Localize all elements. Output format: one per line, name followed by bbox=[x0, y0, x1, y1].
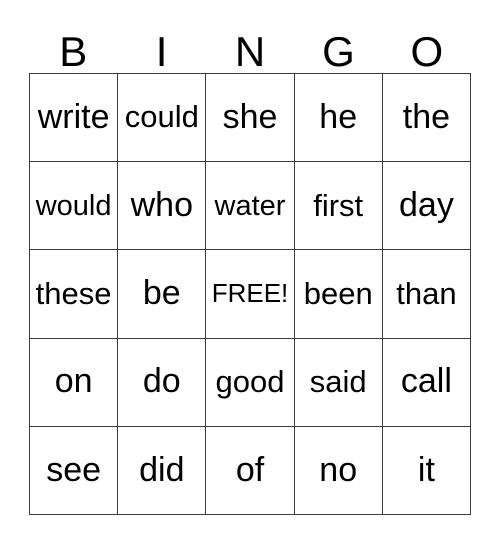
bingo-cell[interactable]: the bbox=[382, 74, 472, 163]
bingo-cell-word: of bbox=[235, 450, 265, 489]
bingo-cell-word: write bbox=[37, 97, 110, 136]
bingo-cell[interactable]: said bbox=[294, 338, 383, 427]
bingo-cell-word: call bbox=[400, 362, 452, 401]
bingo-cell[interactable]: day bbox=[382, 162, 472, 251]
bingo-cell-word: good bbox=[215, 363, 285, 399]
bingo-row: on do good said call bbox=[30, 338, 472, 427]
bingo-header-letter-n: N bbox=[206, 22, 294, 73]
bingo-row: see did of no it bbox=[30, 426, 472, 516]
bingo-cell[interactable]: first bbox=[294, 162, 383, 251]
bingo-cell-word: do bbox=[142, 362, 181, 401]
bingo-header-letter-o: O bbox=[383, 22, 471, 73]
bingo-cell-word: be bbox=[142, 274, 181, 313]
bingo-header-letter-i: I bbox=[117, 22, 205, 73]
bingo-cell[interactable]: water bbox=[206, 162, 295, 251]
bingo-cell[interactable]: good bbox=[206, 338, 295, 427]
bingo-row: write could she he the bbox=[30, 74, 472, 163]
bingo-cell-word: did bbox=[139, 450, 185, 489]
bingo-cell-word: could bbox=[124, 99, 199, 135]
bingo-cell-word: on bbox=[54, 362, 93, 401]
bingo-card: B I N G O write could she he the would w… bbox=[0, 0, 500, 544]
bingo-cell[interactable]: do bbox=[118, 338, 207, 427]
bingo-cell-word: these bbox=[35, 275, 112, 311]
header-letter-text: G bbox=[322, 28, 355, 75]
bingo-cell[interactable]: write bbox=[30, 74, 119, 163]
bingo-cell[interactable]: call bbox=[382, 338, 472, 427]
header-letter-text: B bbox=[59, 28, 88, 75]
bingo-cell-word: it bbox=[417, 450, 435, 489]
bingo-header-row: B I N G O bbox=[29, 22, 471, 73]
bingo-header-letter-g: G bbox=[294, 22, 382, 73]
bingo-header-letter-b: B bbox=[29, 22, 117, 73]
bingo-cell-word: she bbox=[222, 97, 278, 136]
bingo-cell-word: water bbox=[214, 189, 286, 222]
bingo-cell[interactable]: it bbox=[382, 426, 472, 516]
header-letter-text: N bbox=[234, 28, 266, 75]
bingo-free-space-label: FREE! bbox=[211, 278, 289, 309]
bingo-cell-word: he bbox=[319, 97, 358, 136]
bingo-cell[interactable]: these bbox=[30, 250, 119, 339]
header-letter-text: O bbox=[410, 28, 444, 75]
bingo-cell-word: day bbox=[399, 185, 454, 224]
bingo-cell-word: said bbox=[309, 363, 367, 399]
bingo-cell[interactable]: than bbox=[382, 250, 472, 339]
header-letter-text: I bbox=[155, 28, 168, 75]
bingo-cell-word: see bbox=[46, 450, 102, 489]
bingo-cell[interactable]: on bbox=[30, 338, 119, 427]
bingo-cell[interactable]: been bbox=[294, 250, 383, 339]
bingo-cell[interactable]: of bbox=[206, 426, 295, 516]
bingo-cell-word: than bbox=[396, 275, 457, 311]
bingo-cell-word: no bbox=[319, 450, 358, 489]
bingo-cell[interactable]: she bbox=[206, 74, 295, 163]
bingo-grid: write could she he the would who water f… bbox=[29, 73, 472, 516]
bingo-cell-word: first bbox=[313, 187, 364, 223]
bingo-cell-word: who bbox=[130, 185, 193, 224]
bingo-cell[interactable]: who bbox=[118, 162, 207, 251]
bingo-cell-word: been bbox=[303, 275, 373, 311]
bingo-cell[interactable]: he bbox=[294, 74, 383, 163]
bingo-cell-free-space[interactable]: FREE! bbox=[206, 250, 295, 339]
bingo-cell[interactable]: be bbox=[118, 250, 207, 339]
bingo-row: these be FREE! been than bbox=[30, 250, 472, 339]
bingo-row: would who water first day bbox=[30, 162, 472, 251]
bingo-cell[interactable]: no bbox=[294, 426, 383, 516]
bingo-cell-word: the bbox=[402, 97, 451, 136]
bingo-cell[interactable]: could bbox=[118, 74, 207, 163]
bingo-cell[interactable]: would bbox=[30, 162, 119, 251]
bingo-cell[interactable]: see bbox=[30, 426, 119, 516]
bingo-cell-word: would bbox=[35, 189, 112, 222]
bingo-cell[interactable]: did bbox=[118, 426, 207, 516]
